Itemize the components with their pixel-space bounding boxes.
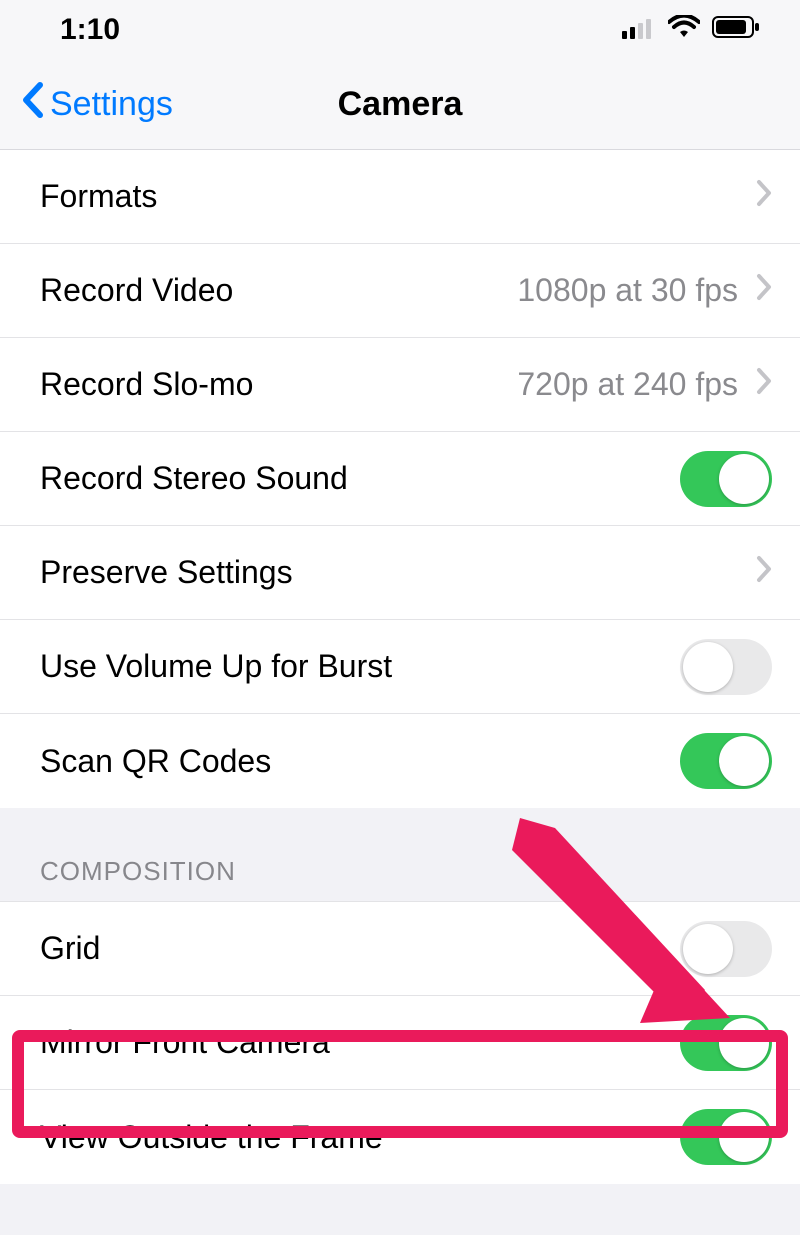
record-video-row[interactable]: Record Video 1080p at 30 fps <box>0 244 800 338</box>
chevron-right-icon <box>756 366 772 403</box>
page-title: Camera <box>338 85 463 124</box>
formats-label: Formats <box>40 178 756 215</box>
chevron-right-icon <box>756 178 772 215</box>
view-outside-frame-row: View Outside the Frame <box>0 1090 800 1184</box>
settings-list-main: Formats Record Video 1080p at 30 fps Rec… <box>0 150 800 808</box>
back-button[interactable]: Settings <box>20 81 173 128</box>
preserve-settings-row[interactable]: Preserve Settings <box>0 526 800 620</box>
chevron-right-icon <box>756 554 772 591</box>
scan-qr-toggle[interactable] <box>680 733 772 789</box>
wifi-icon <box>668 13 700 47</box>
volume-burst-toggle[interactable] <box>680 639 772 695</box>
mirror-front-camera-label: Mirror Front Camera <box>40 1024 680 1061</box>
settings-list-composition: Grid Mirror Front Camera View Outside th… <box>0 902 800 1184</box>
record-video-value: 1080p at 30 fps <box>517 272 738 309</box>
record-slomo-label: Record Slo-mo <box>40 366 517 403</box>
mirror-front-camera-toggle[interactable] <box>680 1015 772 1071</box>
scan-qr-label: Scan QR Codes <box>40 743 680 780</box>
record-stereo-label: Record Stereo Sound <box>40 460 680 497</box>
back-label: Settings <box>50 85 173 124</box>
record-video-label: Record Video <box>40 272 517 309</box>
nav-header: Settings Camera <box>0 60 800 150</box>
volume-burst-row: Use Volume Up for Burst <box>0 620 800 714</box>
grid-label: Grid <box>40 930 680 967</box>
view-outside-frame-toggle[interactable] <box>680 1109 772 1165</box>
chevron-right-icon <box>756 272 772 309</box>
volume-burst-label: Use Volume Up for Burst <box>40 648 680 685</box>
chevron-left-icon <box>20 81 46 128</box>
grid-row: Grid <box>0 902 800 996</box>
status-time: 1:10 <box>60 13 120 47</box>
record-slomo-value: 720p at 240 fps <box>517 366 738 403</box>
record-stereo-row: Record Stereo Sound <box>0 432 800 526</box>
composition-section-header: Composition <box>0 808 800 902</box>
cellular-icon <box>622 13 656 47</box>
view-outside-frame-label: View Outside the Frame <box>40 1119 680 1156</box>
record-stereo-toggle[interactable] <box>680 451 772 507</box>
mirror-front-camera-row: Mirror Front Camera <box>0 996 800 1090</box>
formats-row[interactable]: Formats <box>0 150 800 244</box>
scan-qr-row: Scan QR Codes <box>0 714 800 808</box>
battery-icon <box>712 13 760 47</box>
record-slomo-row[interactable]: Record Slo-mo 720p at 240 fps <box>0 338 800 432</box>
preserve-settings-label: Preserve Settings <box>40 554 756 591</box>
grid-toggle[interactable] <box>680 921 772 977</box>
status-bar: 1:10 <box>0 0 800 60</box>
